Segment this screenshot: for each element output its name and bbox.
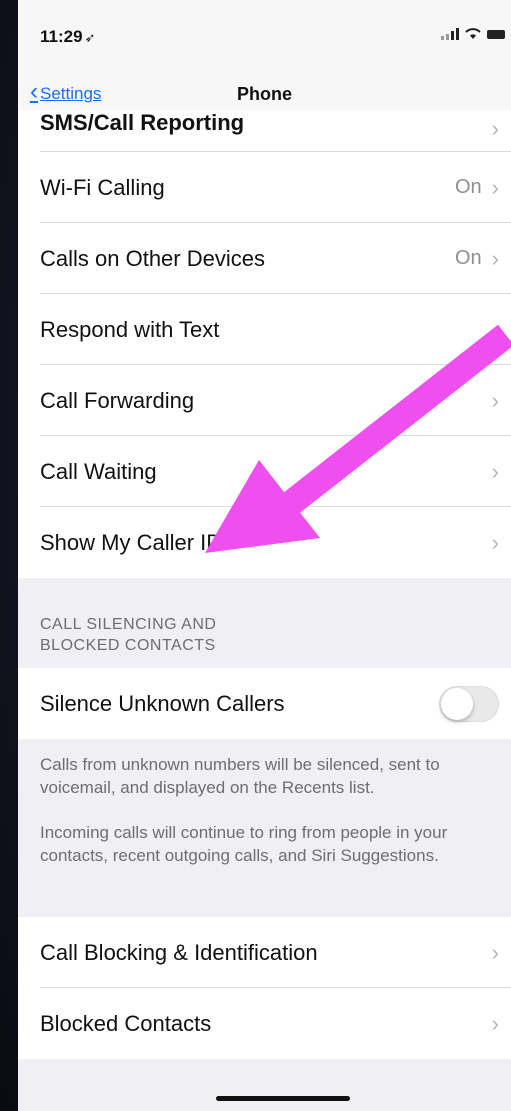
row-label: SMS/Call Reporting (40, 110, 245, 135)
navigation-bar: ‹ Settings Phone (18, 66, 511, 110)
status-time: 11:29 ➶ (40, 27, 95, 47)
cellular-signal-icon (441, 28, 459, 40)
row-label: Call Blocking & Identification (40, 939, 318, 965)
location-icon: ➶ (84, 30, 96, 45)
row-label: Show My Caller ID (40, 529, 223, 555)
time-text: 11:29 (40, 27, 83, 46)
battery-icon (487, 29, 505, 39)
section-header-call-silencing: CALL SILENCING AND BLOCKED CONTACTS (18, 578, 511, 668)
row-silence-unknown-callers: Silence Unknown Callers (18, 668, 511, 739)
row-label: Silence Unknown Callers (40, 690, 285, 716)
phone-settings-group: SMS/Call Reporting › Wi-Fi Calling On › … (18, 110, 511, 578)
row-value: On (454, 247, 482, 269)
silencing-group: Silence Unknown Callers (18, 668, 511, 739)
chevron-right-icon: › (491, 1010, 499, 1036)
footer-paragraph: Incoming calls will continue to ring fro… (40, 823, 448, 865)
row-label: Blocked Contacts (40, 1010, 212, 1036)
chevron-right-icon: › (491, 116, 499, 141)
row-label: Calls on Other Devices (40, 245, 265, 271)
chevron-right-icon: › (491, 939, 499, 965)
section-header-line: CALL SILENCING AND (40, 616, 217, 633)
status-bar: 11:29 ➶ (18, 0, 511, 66)
chevron-right-icon: › (491, 174, 499, 200)
status-icons (441, 28, 505, 40)
back-button[interactable]: ‹ Settings (30, 80, 102, 104)
page-title: Phone (237, 84, 293, 104)
silence-unknown-callers-toggle[interactable] (439, 685, 499, 722)
row-label: Wi-Fi Calling (40, 174, 165, 200)
chevron-right-icon: › (491, 245, 499, 271)
row-call-waiting[interactable]: Call Waiting › (18, 436, 511, 507)
phone-screen: 11:29 ➶ ‹ Settings Phone SMS/Call Reporti… (18, 0, 511, 1111)
row-show-my-caller-id[interactable]: Show My Caller ID › (18, 507, 511, 578)
back-label: Settings (40, 84, 102, 103)
footer-paragraph: Calls from unknown numbers will be silen… (40, 755, 440, 797)
row-respond-with-text[interactable]: Respond with Text (18, 294, 511, 365)
toggle-knob (441, 687, 473, 720)
home-indicator (216, 1096, 350, 1101)
row-calls-on-other-devices[interactable]: Calls on Other Devices On › (18, 223, 511, 294)
row-label: Call Waiting (40, 458, 157, 484)
silencing-footer: Calls from unknown numbers will be silen… (18, 739, 511, 917)
row-call-forwarding[interactable]: Call Forwarding › (18, 365, 511, 436)
wifi-icon (465, 28, 481, 39)
blocking-group: Call Blocking & Identification › Blocked… (18, 917, 511, 1059)
chevron-right-icon: › (491, 529, 499, 555)
row-call-blocking-identification[interactable]: Call Blocking & Identification › (18, 917, 511, 988)
section-header-line: BLOCKED CONTACTS (40, 637, 216, 654)
row-blocked-contacts[interactable]: Blocked Contacts › (18, 988, 511, 1059)
chevron-left-icon: ‹ (30, 78, 38, 105)
row-label: Call Forwarding (40, 387, 195, 413)
chevron-right-icon: › (491, 387, 499, 413)
row-wifi-calling[interactable]: Wi-Fi Calling On › (18, 152, 511, 223)
chevron-right-icon: › (491, 458, 499, 484)
row-label: Respond with Text (40, 316, 220, 342)
row-value: On (454, 176, 482, 198)
row-sms-call-reporting[interactable]: SMS/Call Reporting › (18, 110, 511, 152)
